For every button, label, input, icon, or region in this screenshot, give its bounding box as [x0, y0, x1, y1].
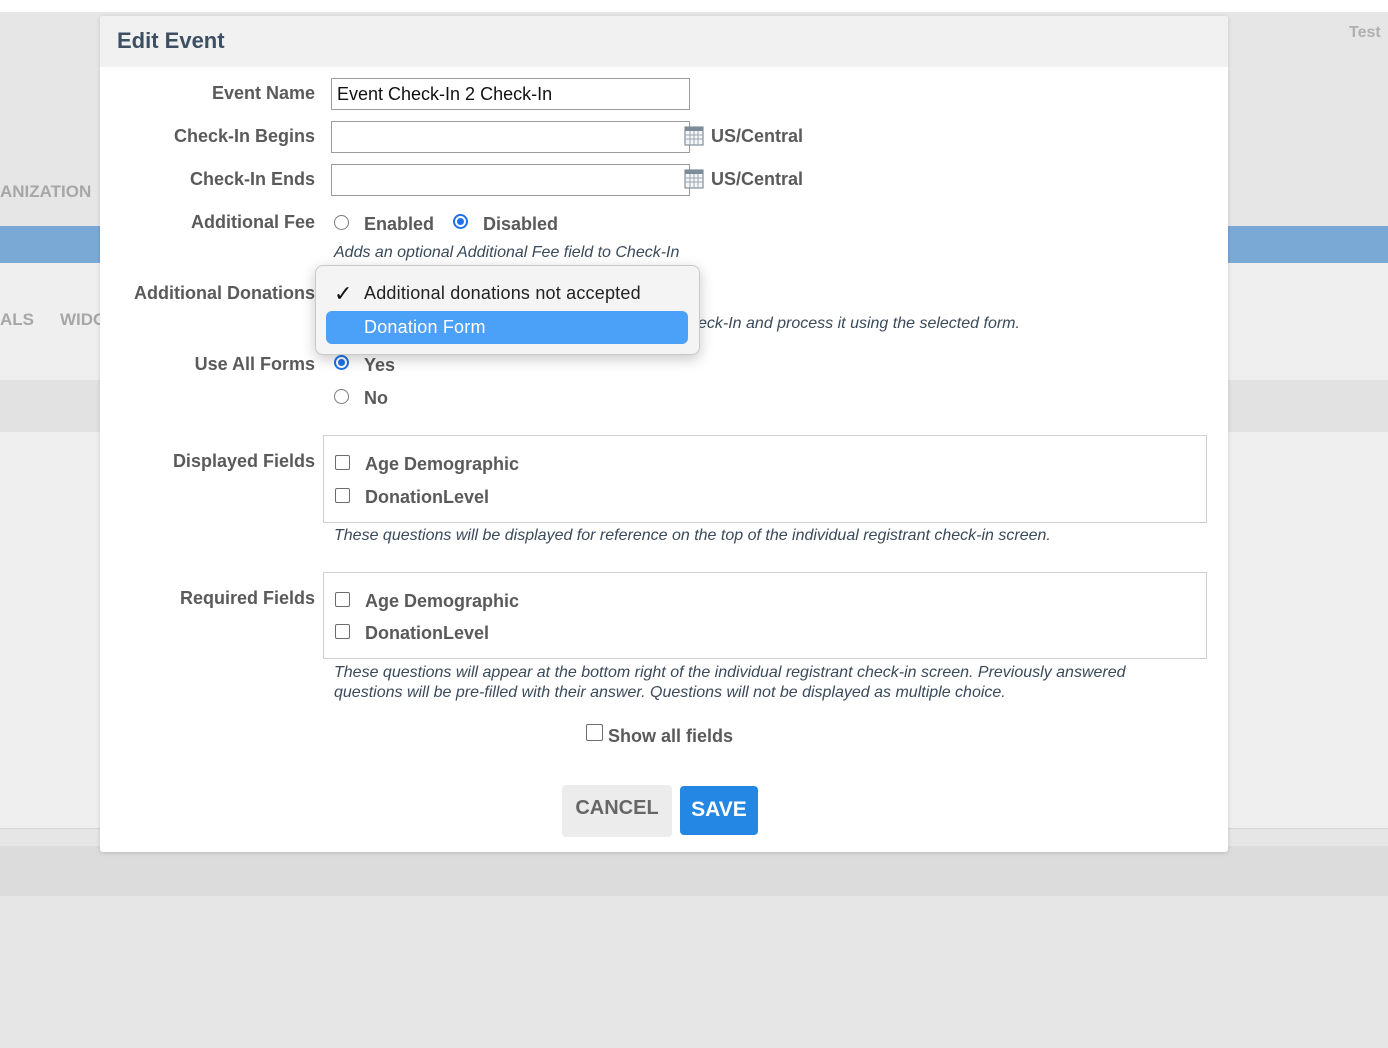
required-fields-label: Required Fields: [179, 588, 315, 608]
checkmark-icon: ✓: [334, 281, 353, 306]
show-all-fields-checkbox[interactable]: [586, 724, 603, 741]
calendar-icon[interactable]: [684, 126, 704, 146]
required-fields-box: Age Demographic DonationLevel: [323, 572, 1207, 659]
required-age-demographic-label[interactable]: Age Demographic: [365, 591, 519, 612]
displayed-age-demographic-checkbox[interactable]: [335, 455, 350, 470]
use-all-forms-no-label[interactable]: No: [364, 388, 388, 409]
modal-title: Edit Event: [117, 28, 225, 53]
required-donationlevel-checkbox[interactable]: [335, 624, 350, 639]
dropdown-option-label: Additional donations not accepted: [364, 283, 641, 303]
check-in-ends-timezone: US/Central: [711, 169, 804, 189]
event-name-input[interactable]: [331, 78, 690, 110]
check-in-begins-input[interactable]: [331, 121, 690, 153]
additional-fee-enabled-radio[interactable]: [334, 215, 349, 230]
use-all-forms-yes-label[interactable]: Yes: [364, 355, 395, 376]
displayed-fields-box: Age Demographic DonationLevel: [323, 435, 1207, 523]
additional-donations-label: Additional Donations: [134, 283, 315, 303]
additional-donations-help: eck-In and process it using the selected…: [698, 315, 1020, 332]
additional-fee-disabled-radio[interactable]: [453, 214, 468, 229]
required-fields-help-line2: questions will be pre-filled with their …: [334, 684, 1006, 701]
page-top-bar: [0, 0, 1388, 12]
save-button[interactable]: SAVE: [680, 786, 758, 835]
event-name-label: Event Name: [211, 83, 315, 103]
additional-fee-disabled-label[interactable]: Disabled: [483, 214, 558, 235]
check-in-begins-label: Check-In Begins: [173, 126, 315, 146]
dropdown-option-donation-form[interactable]: Donation Form: [326, 311, 688, 344]
check-in-ends-input[interactable]: [331, 164, 690, 196]
cancel-button[interactable]: CANCEL: [562, 785, 672, 837]
check-in-begins-timezone: US/Central: [711, 126, 804, 146]
displayed-fields-label: Displayed Fields: [172, 451, 315, 471]
displayed-age-demographic-label[interactable]: Age Demographic: [365, 454, 519, 475]
required-age-demographic-checkbox[interactable]: [335, 592, 350, 607]
background-tab-1: ALS: [0, 310, 34, 329]
show-all-fields-label[interactable]: Show all fields: [608, 726, 733, 747]
additional-fee-help: Adds an optional Additional Fee field to…: [334, 244, 680, 261]
dropdown-option-not-accepted[interactable]: ✓ Additional donations not accepted: [326, 277, 688, 310]
additional-fee-enabled-label[interactable]: Enabled: [364, 214, 434, 235]
displayed-donationlevel-checkbox[interactable]: [335, 488, 350, 503]
page-footer: [0, 846, 1388, 896]
dropdown-option-label: Donation Form: [364, 317, 486, 337]
displayed-fields-help: These questions will be displayed for re…: [334, 527, 1051, 544]
check-in-ends-label: Check-In Ends: [189, 169, 315, 189]
calendar-icon[interactable]: [684, 169, 704, 189]
additional-donations-dropdown[interactable]: ✓ Additional donations not accepted Dona…: [315, 265, 700, 355]
displayed-donationlevel-label[interactable]: DonationLevel: [365, 487, 489, 508]
modal-header: Edit Event: [100, 16, 1228, 67]
required-fields-help-line1: These questions will appear at the botto…: [334, 664, 1126, 681]
background-top-right-text: Test: [1349, 24, 1381, 41]
use-all-forms-label: Use All Forms: [194, 354, 315, 374]
background-org-tab: ANIZATION: [0, 182, 92, 201]
required-donationlevel-label[interactable]: DonationLevel: [365, 623, 489, 644]
use-all-forms-yes-radio[interactable]: [334, 355, 349, 370]
use-all-forms-no-radio[interactable]: [334, 389, 349, 404]
additional-fee-label: Additional Fee: [190, 212, 315, 232]
edit-event-modal: Edit Event Event Name Check-In Begins US…: [100, 16, 1228, 852]
